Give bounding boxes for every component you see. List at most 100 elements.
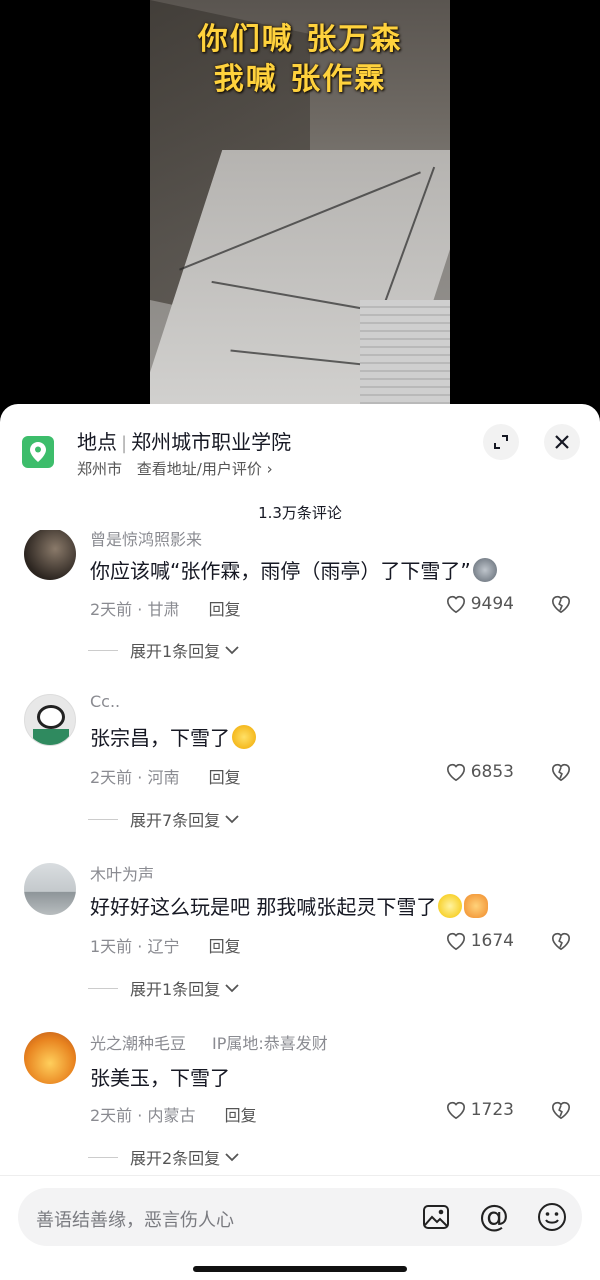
location-title: 地点 | 郑州城市职业学院: [77, 430, 292, 454]
ip-location: IP属地:恭喜发财: [212, 1034, 328, 1053]
expand-replies-label: 展开2条回复: [130, 1149, 221, 1168]
comment-meta: 1天前 · 辽宁 回复: [90, 937, 241, 956]
chevron-down-icon: [225, 984, 239, 993]
chevron-down-icon: [225, 815, 239, 824]
close-icon: [555, 435, 569, 449]
close-button[interactable]: [544, 424, 580, 460]
video-frame: 你们喊 张万森 我喊 张作霖: [150, 0, 450, 410]
dislike-button[interactable]: [550, 931, 572, 955]
comment-meta: 2天前 · 内蒙古 回复: [90, 1106, 257, 1125]
expand-replies-label: 展开7条回复: [130, 811, 221, 830]
comment-username-text[interactable]: 光之潮种毛豆: [90, 1034, 186, 1053]
location-link[interactable]: 查看地址/用户评价: [137, 460, 262, 478]
comment-item: 木叶为声 好好好这么玩是吧 那我喊张起灵下雪了 1天前 · 辽宁 回复 1674…: [0, 861, 600, 1031]
comment-text-body: 你应该喊“张作霖，雨停（雨亭）了下雪了”: [90, 559, 471, 583]
like-button[interactable]: 6853: [445, 762, 514, 782]
emoji-button[interactable]: [536, 1201, 568, 1233]
like-button[interactable]: 1723: [445, 1100, 514, 1120]
reply-button[interactable]: 回复: [209, 937, 241, 956]
heart-icon: [446, 932, 465, 951]
comment-text: 张美玉，下雪了: [90, 1066, 230, 1090]
reply-button[interactable]: 回复: [225, 1106, 257, 1125]
expand-replies-button[interactable]: 展开1条回复: [88, 638, 240, 662]
video-player[interactable]: 你们喊 张万森 我喊 张作霖: [0, 0, 600, 420]
comment-region: 河南: [147, 768, 180, 787]
heart-icon: [446, 763, 465, 782]
comment-text: 你应该喊“张作霖，雨停（雨亭）了下雪了”: [90, 555, 497, 584]
comment-text-body: 好好好这么玩是吧 那我喊张起灵下雪了: [90, 895, 437, 919]
chevron-right-icon: ›: [266, 460, 273, 478]
comment-username: 光之潮种毛豆 IP属地:恭喜发财: [90, 1030, 328, 1054]
husky-emoji-icon: [472, 558, 497, 582]
comment-list: 曾是惊鸿照影来 你应该喊“张作霖，雨停（雨亭）了下雪了” 2天前 · 甘肃 回复…: [0, 530, 600, 1175]
like-count: 9494: [470, 594, 514, 614]
broken-heart-icon: [551, 595, 571, 614]
avatar[interactable]: [24, 694, 76, 746]
expand-replies-button[interactable]: 展开1条回复: [88, 976, 240, 1000]
comments-count: 1.3万条评论: [258, 504, 342, 522]
avatar[interactable]: [24, 530, 76, 580]
expand-icon: [494, 435, 508, 449]
comment-item: 光之潮种毛豆 IP属地:恭喜发财 张美玉，下雪了 2天前 · 内蒙古 回复 172…: [0, 1030, 600, 1175]
location-card[interactable]: 地点 | 郑州城市职业学院 郑州市 查看地址/用户评价 ›: [0, 404, 600, 494]
comment-time: 1天前: [90, 937, 133, 956]
video-caption-line1: 你们喊 张万森: [197, 22, 403, 57]
pointing-hand-emoji-icon: [464, 894, 489, 918]
comment-time: 2天前: [90, 600, 133, 619]
expand-replies-button[interactable]: 展开7条回复: [88, 807, 240, 831]
location-label: 地点: [77, 430, 117, 454]
comment-text-body: 张宗昌，下雪了: [90, 726, 230, 750]
image-icon: [423, 1205, 449, 1229]
comment-input-placeholder: 善语结善缘，恶言伤人心: [36, 1210, 234, 1231]
location-subtitle[interactable]: 郑州市 查看地址/用户评价 ›: [77, 458, 273, 479]
mention-button[interactable]: @: [478, 1201, 510, 1233]
dislike-button[interactable]: [550, 762, 572, 786]
expand-button[interactable]: [483, 424, 519, 460]
video-caption-line2: 我喊 张作霖: [213, 62, 387, 97]
comment-sheet: 地点 | 郑州城市职业学院 郑州市 查看地址/用户评价 › 1.3万条评论 曾是惊鸿…: [0, 404, 600, 1280]
laughing-emoji-icon: [232, 725, 256, 749]
comment-username[interactable]: Cc..: [90, 692, 120, 711]
location-city: 郑州市: [77, 460, 123, 478]
comment-region: 辽宁: [147, 937, 180, 956]
comment-item: Cc.. 张宗昌，下雪了 2天前 · 河南 回复 6853 展开7条回复: [0, 692, 600, 862]
comment-text: 好好好这么玩是吧 那我喊张起灵下雪了: [90, 891, 489, 920]
comment-meta: 2天前 · 甘肃 回复: [90, 600, 241, 619]
reply-button[interactable]: 回复: [209, 768, 241, 787]
expand-replies-button[interactable]: 展开2条回复: [88, 1145, 240, 1169]
comment-time: 2天前: [90, 768, 133, 787]
comment-username[interactable]: 木叶为声: [90, 861, 154, 885]
home-indicator: [193, 1266, 407, 1272]
comment-input[interactable]: 善语结善缘，恶言伤人心 @: [18, 1188, 582, 1246]
broken-heart-icon: [551, 932, 571, 951]
expand-replies-label: 展开1条回复: [130, 642, 221, 661]
heart-icon: [446, 1101, 465, 1120]
smiley-icon: [538, 1203, 566, 1231]
broken-heart-icon: [551, 763, 571, 782]
location-place: 郑州城市职业学院: [131, 430, 292, 454]
comment-input-bar: 善语结善缘，恶言伤人心 @: [0, 1175, 600, 1280]
heart-icon: [446, 595, 465, 614]
comment-region: 甘肃: [147, 600, 180, 619]
like-button[interactable]: 1674: [445, 931, 514, 951]
comment-meta: 2天前 · 河南 回复: [90, 768, 241, 787]
comment-username[interactable]: 曾是惊鸿照影来: [90, 530, 202, 550]
dizzy-emoji-icon: [438, 894, 463, 918]
avatar[interactable]: [24, 1032, 76, 1084]
dislike-button[interactable]: [550, 594, 572, 618]
like-button[interactable]: 9494: [445, 594, 514, 614]
map-pin-icon: [22, 436, 54, 468]
comment-time: 2天前: [90, 1106, 133, 1125]
comment-item: 曾是惊鸿照影来 你应该喊“张作霖，雨停（雨亭）了下雪了” 2天前 · 甘肃 回复…: [0, 530, 600, 698]
like-count: 1723: [470, 1100, 514, 1120]
like-count: 6853: [470, 762, 514, 782]
avatar[interactable]: [24, 863, 76, 915]
at-icon: @: [479, 1199, 509, 1234]
dislike-button[interactable]: [550, 1100, 572, 1124]
image-button[interactable]: [420, 1201, 452, 1233]
chevron-down-icon: [225, 646, 239, 655]
expand-replies-label: 展开1条回复: [130, 980, 221, 999]
comment-region: 内蒙古: [147, 1106, 196, 1125]
broken-heart-icon: [551, 1101, 571, 1120]
reply-button[interactable]: 回复: [209, 600, 241, 619]
